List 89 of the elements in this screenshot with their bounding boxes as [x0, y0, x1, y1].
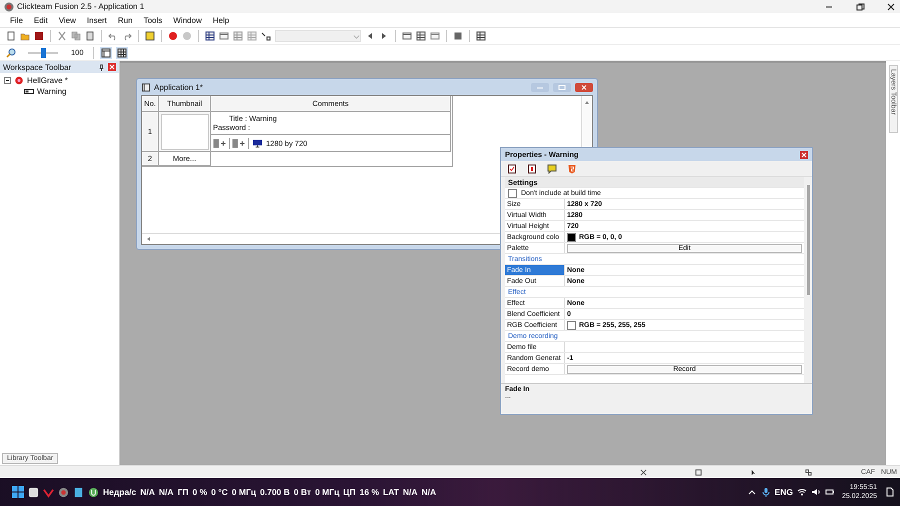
color-swatch[interactable]: [567, 232, 576, 242]
panel-title: Workspace Toolbar: [3, 62, 72, 72]
frame-icon[interactable]: [402, 31, 412, 41]
menu-item[interactable]: View: [58, 16, 76, 24]
monitor-reading: 0 Вт: [294, 487, 312, 497]
new-file-icon[interactable]: [6, 31, 16, 41]
menu-item[interactable]: Insert: [86, 16, 107, 24]
scroll-left-icon[interactable]: [146, 236, 152, 242]
document-icon[interactable]: [527, 164, 537, 174]
monitor-reading: N/A: [422, 487, 436, 497]
scrollbar-thumb[interactable]: [806, 185, 810, 295]
app-icon[interactable]: [28, 486, 39, 498]
stop-icon[interactable]: [168, 31, 178, 41]
monitor-icon: [252, 138, 263, 148]
monitor-reading: Недра/с: [103, 487, 136, 497]
monitor-reading: N/A: [140, 487, 155, 497]
monitor-reading: 0 МГц: [315, 487, 340, 497]
monitor-reading: 0 МГц: [232, 487, 256, 497]
monitor-reading: 0 %: [192, 487, 208, 497]
menu-item[interactable]: File: [10, 16, 23, 24]
microphone-icon[interactable]: [760, 487, 771, 497]
grid-icon[interactable]: [233, 31, 243, 41]
expand-toggle-icon[interactable]: [4, 77, 11, 84]
square-icon[interactable]: [453, 31, 463, 41]
shield-icon[interactable]: [567, 164, 577, 174]
restore-icon[interactable]: [855, 2, 865, 12]
paste-icon[interactable]: [85, 31, 95, 41]
frame-view-icon[interactable]: [100, 46, 112, 58]
checklist-icon[interactable]: [507, 164, 517, 174]
battery-icon[interactable]: [824, 487, 835, 497]
monitor-reading: ЦП: [343, 487, 356, 497]
language-indicator[interactable]: ENG: [774, 487, 793, 497]
monitor-reading: N/A: [158, 487, 174, 497]
storyboard-icon[interactable]: [205, 31, 215, 41]
monitor-reading: 0.700 В: [260, 487, 290, 497]
monitor-reading: ГП: [178, 487, 188, 497]
shapes-icon[interactable]: [261, 31, 271, 41]
undo-icon[interactable]: [108, 31, 118, 41]
frame-icon: [24, 87, 34, 96]
monitor-reading: 16 %: [360, 487, 379, 497]
monitor-reading: N/A: [402, 487, 418, 497]
chevron-down-icon: [353, 32, 360, 40]
grid-view-icon[interactable]: [116, 46, 128, 58]
fade-out-icon[interactable]: [230, 138, 249, 148]
zoom-icon[interactable]: [6, 48, 16, 58]
scroll-up-icon[interactable]: [584, 100, 590, 106]
status-icon: [695, 468, 702, 476]
film-icon[interactable]: [476, 31, 486, 41]
window-title: Clickteam Fusion 2.5 - Application 1: [17, 2, 144, 11]
window-title: Application 1*: [154, 82, 203, 92]
speaker-icon[interactable]: [810, 487, 821, 497]
menu-item[interactable]: Run: [118, 16, 133, 24]
notification-icon[interactable]: [884, 487, 894, 497]
copy-icon[interactable]: [71, 31, 81, 41]
fade-in-icon[interactable]: [211, 138, 230, 148]
bomb-icon: [14, 76, 24, 85]
checkbox[interactable]: [508, 188, 517, 198]
app-logo-icon: [4, 2, 14, 12]
frame-thumbnail[interactable]: [160, 114, 208, 150]
redo-icon[interactable]: [122, 31, 132, 41]
frame-icon[interactable]: [416, 31, 426, 41]
cursor-icon: [750, 468, 758, 476]
torrent-icon[interactable]: [88, 486, 99, 498]
notepad-icon[interactable]: [73, 486, 84, 498]
help-icon[interactable]: [145, 31, 155, 41]
menu-item[interactable]: Window: [173, 16, 202, 24]
menu-item[interactable]: Help: [212, 16, 230, 24]
frame-icon[interactable]: [430, 31, 440, 41]
storyboard-icon: [141, 82, 151, 92]
open-folder-icon[interactable]: [20, 31, 30, 41]
frame-icon[interactable]: [219, 31, 229, 41]
color-swatch[interactable]: [567, 320, 576, 330]
close-icon[interactable]: [886, 2, 896, 12]
tree-item[interactable]: HellGrave *: [27, 76, 68, 85]
save-icon[interactable]: [34, 31, 44, 41]
monitor-reading: LAT: [383, 487, 399, 497]
windows-logo-icon[interactable]: [12, 486, 24, 498]
pin-icon[interactable]: [98, 64, 105, 70]
zoom-slider-thumb[interactable]: [41, 48, 46, 58]
wifi-icon[interactable]: [796, 487, 807, 497]
speech-bubble-icon[interactable]: [547, 164, 557, 174]
menu-item[interactable]: Tools: [144, 16, 162, 24]
dropdown-field[interactable]: [275, 30, 361, 42]
tree-item[interactable]: Warning: [37, 87, 66, 96]
monitor-reading: 0 °C: [211, 487, 228, 497]
status-icon: [640, 468, 648, 476]
cut-icon[interactable]: [57, 31, 67, 41]
menu-item[interactable]: Edit: [34, 16, 48, 24]
status-icon: [805, 468, 812, 476]
